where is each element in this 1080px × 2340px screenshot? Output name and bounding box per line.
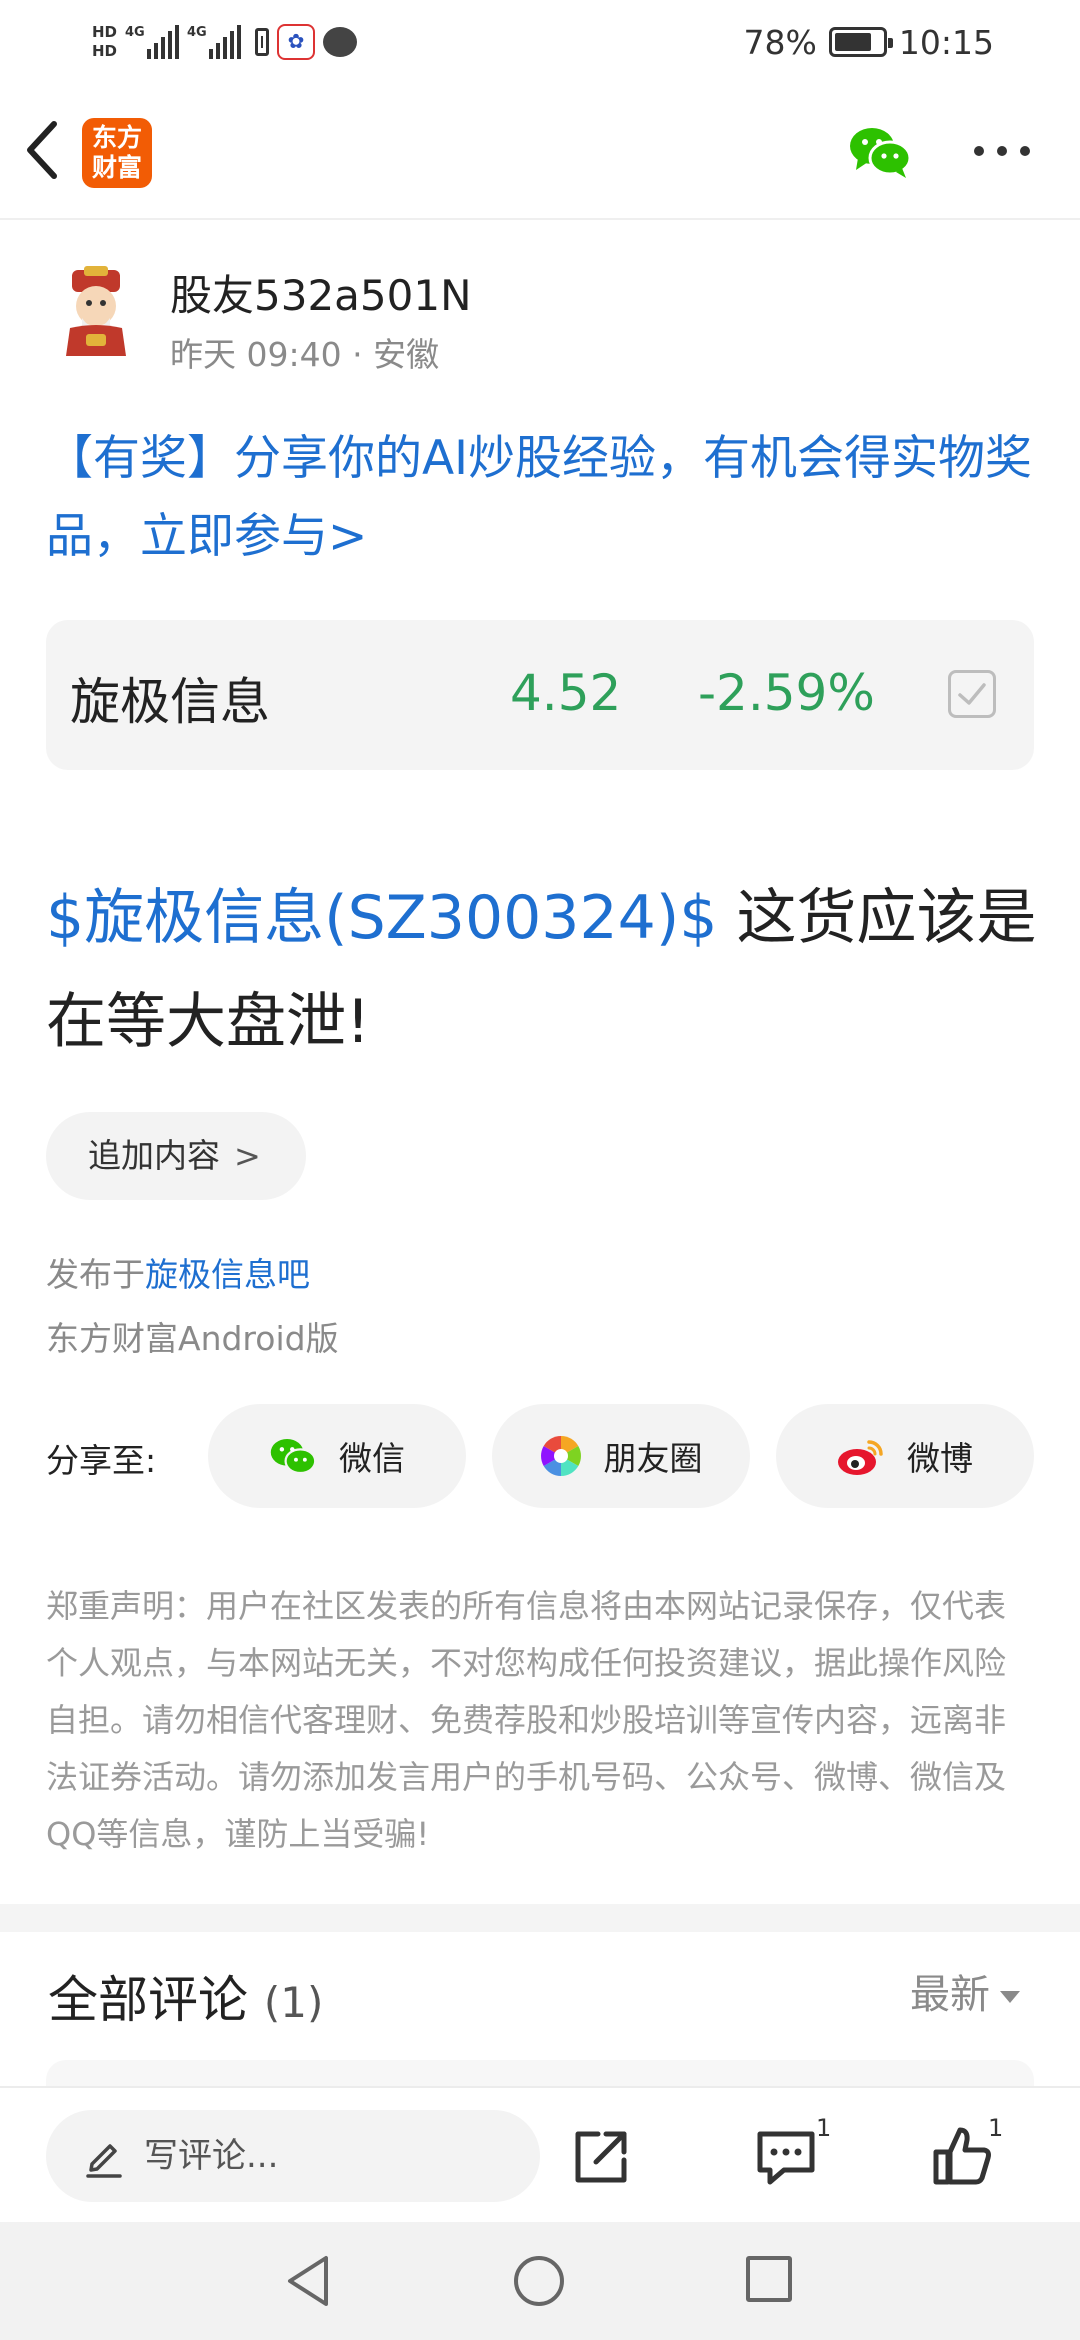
bottom-action-bar: 写评论... 1 1 (0, 2086, 1080, 2222)
top-nav-bar: 东方 财富 (0, 84, 1080, 220)
baidu-app-icon: ✿ (277, 24, 316, 60)
back-arrow-icon[interactable] (22, 118, 62, 182)
post-meta: 昨天 09:40 · 安徽 (170, 328, 439, 376)
share-weibo-label: 微博 (907, 1439, 973, 1478)
system-nav-bar (0, 2222, 1080, 2340)
signal-1-icon: 4G (125, 25, 180, 59)
wechat-icon (270, 1438, 317, 1475)
client-info: 东方财富Android版 (46, 1319, 339, 1358)
comments-count: (1) (263, 1978, 324, 2027)
message-notification-icon (323, 27, 358, 57)
sort-label: 最新 (910, 1972, 990, 2018)
share-wechat-label: 微信 (339, 1439, 405, 1478)
watchlist-checkbox-icon[interactable] (948, 670, 996, 718)
logo-line1: 东方 (91, 123, 142, 152)
disclaimer-text: 郑重声明：用户在社区发表的所有信息将由本网站记录保存，仅代表个人观点，与本网站无… (46, 1587, 1007, 1853)
post-location: 安徽 (373, 335, 440, 374)
bar-link[interactable]: 旋极信息吧 (145, 1255, 310, 1294)
append-label: 追加内容 (88, 1136, 220, 1175)
chevron-right-icon: > (234, 1137, 261, 1175)
signal-2-icon: 4G (187, 25, 242, 59)
posted-prefix: 发布于 (46, 1255, 145, 1294)
share-out-icon[interactable] (570, 2124, 634, 2188)
share-weibo-button[interactable]: 微博 (776, 1404, 1034, 1508)
like-count-badge: 1 (988, 2114, 1004, 2142)
author-name[interactable]: 股友532a501N (170, 262, 472, 323)
status-right: 78% 10:15 (744, 18, 994, 66)
stock-change: -2.59% (698, 664, 875, 722)
append-content-button[interactable]: 追加内容 > (46, 1112, 306, 1200)
hd1-label: HD (92, 23, 118, 41)
battery-icon (828, 27, 893, 57)
more-options-icon[interactable] (974, 144, 1030, 158)
weibo-icon (838, 1440, 883, 1475)
thumbs-up-icon[interactable] (930, 2124, 994, 2188)
post-time: 昨天 09:40 (170, 335, 342, 374)
stock-quote-card[interactable]: 旋极信息 4.52 -2.59% (46, 620, 1034, 770)
share-moments-label: 朋友圈 (603, 1439, 703, 1478)
eastmoney-logo[interactable]: 东方 财富 (82, 118, 152, 188)
net1-label: 4G (125, 25, 145, 40)
low-battery-alert-icon (255, 28, 270, 56)
comment-sort-dropdown[interactable]: 最新 (910, 1962, 1020, 2020)
share-label: 分享至: (46, 1441, 157, 1480)
stock-price: 4.52 (510, 664, 622, 722)
share-wechat-button[interactable]: 微信 (208, 1404, 466, 1508)
hd2-label: HD (92, 42, 118, 60)
section-divider (0, 1904, 1080, 1932)
status-left: HD HD 4G 4G ✿ (92, 14, 358, 70)
clock: 10:15 (898, 22, 994, 62)
net2-label: 4G (187, 25, 207, 40)
comments-title: 全部评论 (1) (48, 1960, 323, 2032)
stock-name: 旋极信息 (70, 673, 270, 731)
share-moments-button[interactable]: 朋友圈 (492, 1404, 750, 1508)
avatar[interactable] (56, 266, 136, 356)
system-back-icon[interactable] (284, 2254, 332, 2308)
pencil-icon (86, 2144, 122, 2178)
write-comment-input[interactable]: 写评论... (46, 2110, 540, 2202)
caret-down-icon (1000, 1991, 1020, 2003)
meta-separator: · (352, 335, 363, 374)
comment-count-badge: 1 (816, 2114, 832, 2142)
battery-percent: 78% (743, 22, 817, 62)
moments-icon (540, 1436, 581, 1476)
posted-in: 发布于旋极信息吧 (46, 1248, 310, 1296)
post-content: $旋极信息(SZ300324)$ 这货应该是在等大盘泄! (46, 866, 1042, 1074)
comments-title-label: 全部评论 (48, 1971, 248, 2029)
comment-placeholder: 写评论... (144, 2136, 279, 2176)
hd-indicator: HD HD (92, 23, 117, 61)
promo-link[interactable]: 【有奖】分享你的AI炒股经验，有机会得实物奖品，立即参与> (46, 420, 1036, 576)
system-home-icon[interactable] (514, 2256, 564, 2306)
logo-line2: 财富 (91, 153, 142, 182)
stock-tag-link[interactable]: $旋极信息(SZ300324)$ (46, 883, 717, 953)
wechat-share-icon[interactable] (848, 124, 912, 178)
system-recents-icon[interactable] (746, 2256, 792, 2302)
comment-icon[interactable] (754, 2124, 818, 2188)
status-bar: HD HD 4G 4G ✿ 78% 10:15 (0, 0, 1080, 84)
